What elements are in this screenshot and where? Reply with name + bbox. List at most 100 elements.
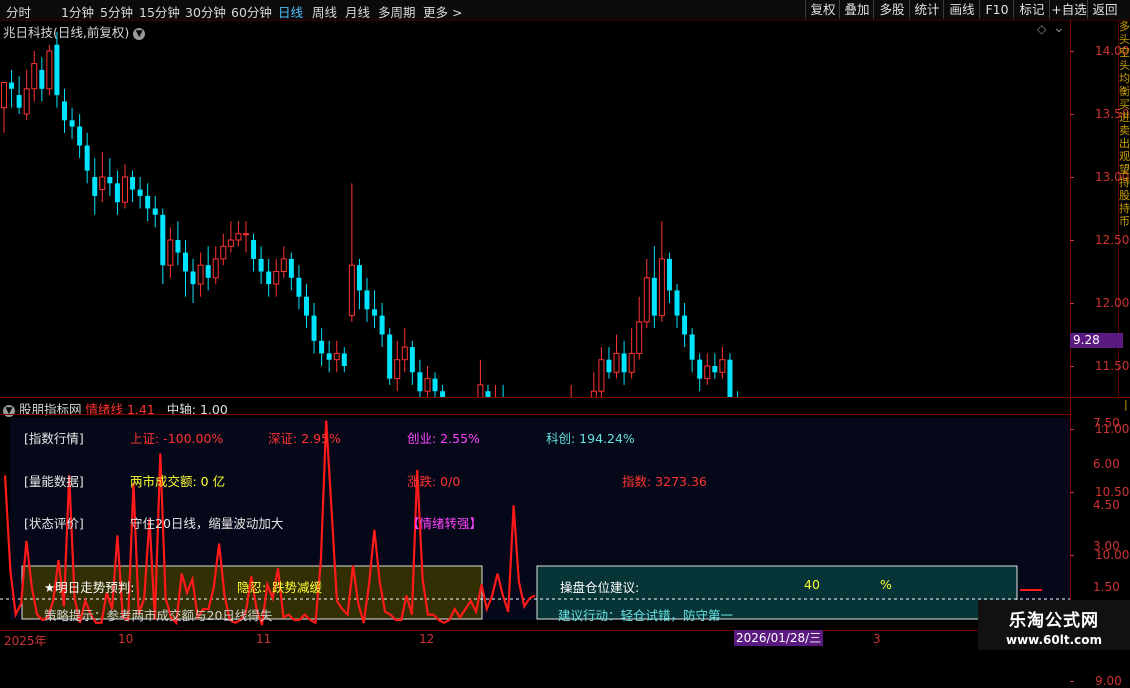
candle[interactable] [364,277,370,322]
candle[interactable] [61,88,67,133]
candle[interactable] [379,303,385,348]
candle[interactable] [333,340,340,373]
candle[interactable] [288,252,294,291]
candle[interactable] [477,359,484,398]
period-tab-monthly[interactable]: 月线 [345,2,370,21]
back-button[interactable]: 返回 [1087,0,1122,19]
candle[interactable] [682,303,688,348]
period-tab-30min[interactable]: 30分钟 [185,2,226,21]
candle[interactable] [114,170,120,215]
candle[interactable] [311,303,317,354]
candle[interactable] [190,258,196,303]
period-tab-multi[interactable]: 多周期 [378,2,416,21]
candle[interactable] [130,170,136,203]
candle[interactable] [606,347,612,379]
candle[interactable] [145,183,151,222]
period-more-menu[interactable]: 更多 > [423,2,462,21]
candle[interactable] [251,233,257,272]
candle[interactable] [666,252,672,303]
add-watchlist-button[interactable]: +自选 [1049,0,1088,19]
candle[interactable] [704,353,711,385]
candle[interactable] [23,69,30,121]
candle[interactable] [31,51,38,102]
candle[interactable] [658,221,665,322]
candle[interactable] [719,347,726,379]
candle[interactable] [137,177,143,209]
candle[interactable] [235,221,242,247]
adjust-price-button[interactable]: 复权 [805,0,840,19]
period-tab-15min[interactable]: 15分钟 [139,2,180,21]
candle[interactable] [341,347,347,373]
candle[interactable] [613,334,620,379]
candle[interactable] [326,340,332,373]
candle[interactable] [152,195,158,228]
candle[interactable] [598,347,605,398]
candle[interactable] [387,328,393,385]
candle[interactable] [9,69,15,108]
candle[interactable] [46,44,53,96]
candle[interactable] [636,296,643,360]
candle[interactable] [674,284,680,329]
candle[interactable] [84,132,90,184]
overlay-button[interactable]: 叠加 [839,0,874,19]
candle[interactable] [372,290,378,329]
candle[interactable] [697,353,703,392]
candle[interactable] [205,246,211,291]
candle[interactable] [417,359,423,398]
candlestick-chart[interactable] [0,20,1070,398]
candle[interactable] [727,353,733,398]
candle[interactable] [99,151,106,203]
price-axis-tickmark [1070,429,1074,430]
candle[interactable] [303,284,309,329]
candle[interactable] [651,246,657,329]
period-tab-daily[interactable]: 日线 [278,2,303,21]
candle[interactable] [16,76,22,114]
candle[interactable] [621,340,627,385]
candle[interactable] [628,328,635,379]
candle[interactable] [227,221,234,253]
candle[interactable] [319,328,325,366]
candle[interactable] [356,258,362,310]
draw-line-button[interactable]: 画线 [943,0,980,19]
mark-button[interactable]: 标记 [1013,0,1050,19]
candle[interactable] [689,328,695,373]
f10-button[interactable]: F10 [979,0,1014,19]
candle[interactable] [220,233,227,266]
candle[interactable] [160,208,166,285]
candle[interactable] [712,353,718,379]
period-tab-timeshare[interactable]: 分时 [6,2,31,21]
candle[interactable] [39,57,45,102]
candle[interactable] [273,258,280,297]
candle[interactable] [121,164,128,209]
candle[interactable] [409,340,415,385]
candle[interactable] [296,265,302,310]
candle[interactable] [424,366,431,398]
candle[interactable] [280,246,287,278]
period-tab-1min[interactable]: 1分钟 [61,2,94,21]
period-tab-5min[interactable]: 5分钟 [100,2,133,21]
period-tab-60min[interactable]: 60分钟 [231,2,272,21]
candle[interactable] [92,158,98,215]
candle[interactable] [107,158,113,196]
candle[interactable] [167,227,174,278]
candle[interactable] [432,372,438,398]
candle[interactable] [1,82,7,133]
candle[interactable] [401,328,408,373]
candle[interactable] [54,32,60,108]
candle[interactable] [590,372,597,398]
candle[interactable] [182,240,188,297]
candle[interactable] [242,221,249,253]
period-tab-weekly[interactable]: 周线 [312,2,337,21]
candle[interactable] [394,340,401,392]
candle[interactable] [197,252,204,297]
candle[interactable] [175,221,181,266]
multi-stock-button[interactable]: 多股 [873,0,910,19]
candle[interactable] [77,114,83,159]
candle[interactable] [212,246,219,285]
candle[interactable] [348,183,355,322]
candle[interactable] [69,107,75,140]
candle[interactable] [643,258,650,329]
candle[interactable] [266,258,272,297]
statistics-button[interactable]: 统计 [909,0,944,19]
candle[interactable] [258,246,264,285]
